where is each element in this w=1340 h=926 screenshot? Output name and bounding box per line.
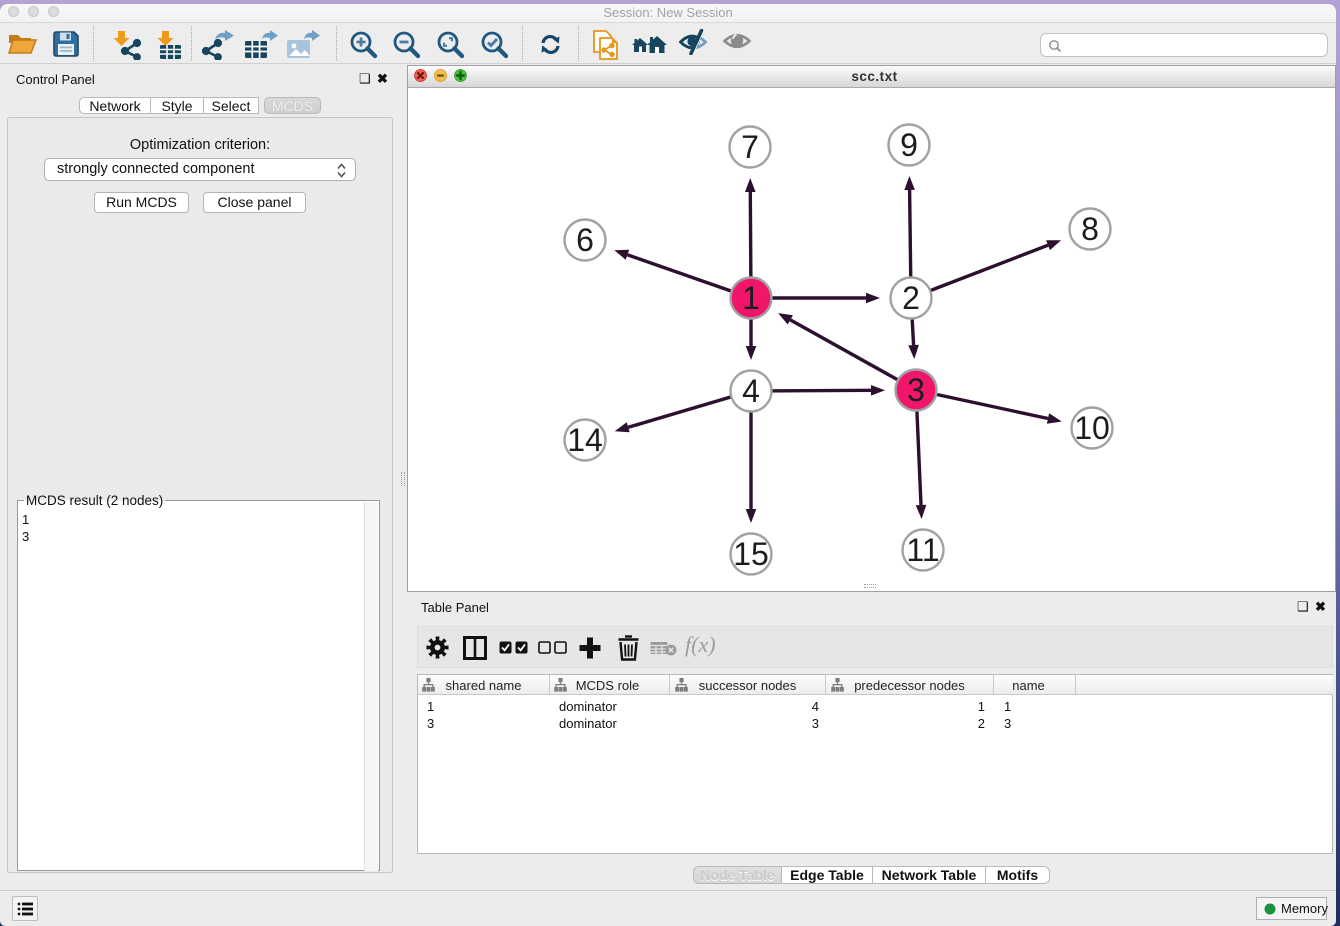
- svg-text:3: 3: [907, 372, 925, 408]
- svg-text:4: 4: [742, 373, 760, 409]
- svg-text:14: 14: [567, 422, 603, 458]
- svg-text:9: 9: [900, 127, 918, 163]
- svg-text:15: 15: [733, 536, 769, 572]
- svg-text:11: 11: [906, 532, 939, 568]
- svg-text:10: 10: [1074, 410, 1110, 446]
- svg-text:6: 6: [576, 222, 594, 258]
- svg-text:2: 2: [902, 280, 920, 316]
- svg-text:1: 1: [742, 280, 760, 316]
- svg-text:7: 7: [741, 129, 759, 165]
- svg-text:8: 8: [1081, 211, 1099, 247]
